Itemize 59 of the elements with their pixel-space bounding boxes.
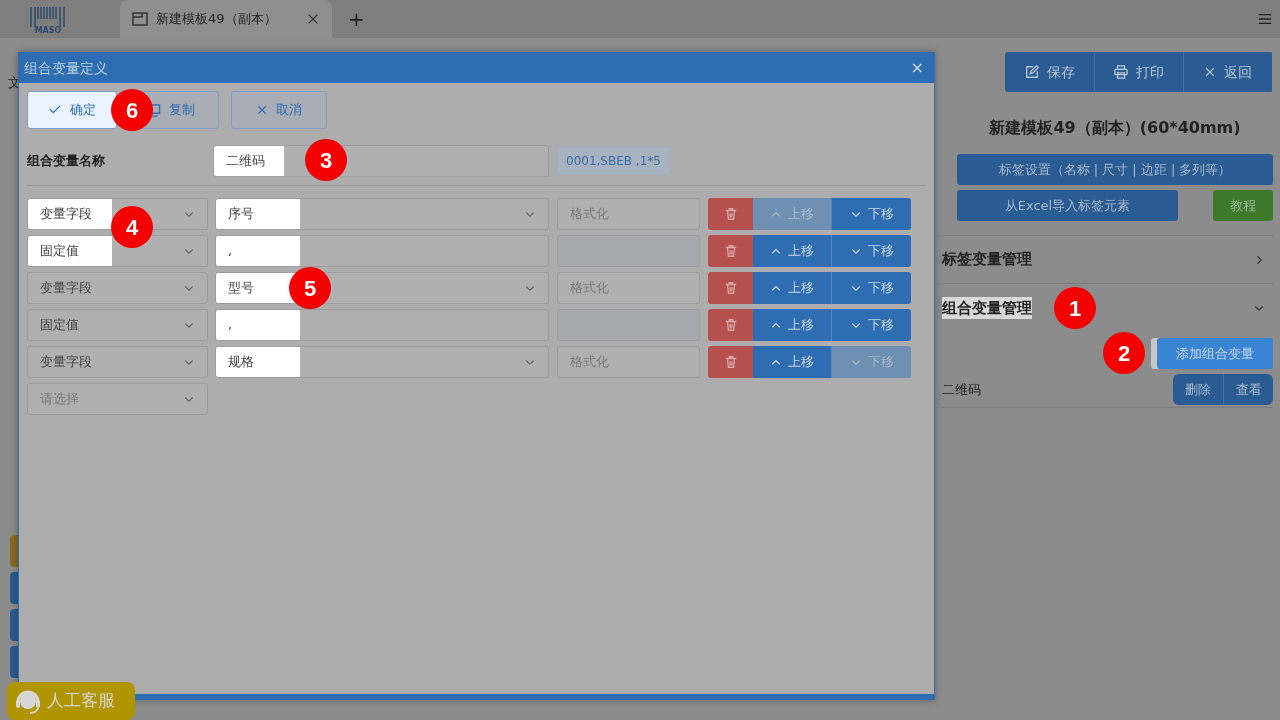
- tutorial-button[interactable]: 教程: [1213, 190, 1273, 221]
- settings-button[interactable]: 标签设置（名称 | 尺寸 | 边距 | 多列等）: [957, 154, 1273, 185]
- window-icon: [132, 11, 148, 27]
- delete-button[interactable]: 删除: [1173, 374, 1223, 405]
- template-title: 新建模板49（副本）(60*40mm): [988, 117, 1242, 139]
- close-icon: [1204, 66, 1216, 78]
- trash-icon: [723, 355, 738, 369]
- close-button[interactable]: ×: [908, 60, 926, 76]
- move-down-button[interactable]: 下移: [831, 309, 911, 341]
- close-icon: [256, 104, 268, 116]
- field-label: 组合变量名称: [27, 152, 106, 171]
- move-up-button[interactable]: 上移: [753, 346, 831, 378]
- move-down-button[interactable]: 下移: [831, 272, 911, 304]
- dialog-title: 组合变量定义: [24, 58, 108, 78]
- logo: MASO: [18, 3, 78, 35]
- dialog-button[interactable]: 取消: [231, 91, 327, 129]
- input-field[interactable]: ,: [215, 235, 549, 267]
- preview-badge: 0001,SBEB ,1*5: [557, 147, 670, 175]
- trash-icon: [723, 244, 738, 258]
- step-number-tooltip: 1: [1054, 287, 1096, 329]
- delete-button[interactable]: [708, 346, 753, 378]
- close-icon: [306, 12, 320, 26]
- variable-name: 二维码: [942, 380, 981, 399]
- move-up-button[interactable]: 上移: [753, 272, 831, 304]
- delete-button[interactable]: [708, 235, 753, 267]
- type-select[interactable]: 固定值: [27, 309, 208, 341]
- delete-button[interactable]: [708, 198, 753, 230]
- dialog-button[interactable]: 确定: [27, 91, 117, 129]
- menu-icon: [1258, 12, 1272, 26]
- new-tab-button[interactable]: +: [340, 4, 373, 34]
- move-up-button[interactable]: 上移: [753, 309, 831, 341]
- trash-icon: [723, 207, 738, 221]
- type-select[interactable]: 变量字段: [27, 346, 208, 378]
- view-button[interactable]: 查看: [1223, 374, 1273, 405]
- input-field[interactable]: ,: [215, 309, 549, 341]
- barcode-drawing: [29, 7, 67, 27]
- move-up-button[interactable]: 上移: [753, 235, 831, 267]
- toolbar-button[interactable]: 返回: [1183, 52, 1272, 92]
- step-number-tooltip: 5: [289, 267, 331, 309]
- field-select[interactable]: 规格: [215, 346, 549, 378]
- trash-icon: [723, 318, 738, 332]
- move-down-button[interactable]: 下移: [831, 235, 911, 267]
- delete-button[interactable]: [708, 272, 753, 304]
- accordion-header[interactable]: 标签变量管理: [942, 236, 1273, 284]
- toolbar-button[interactable]: 打印: [1094, 52, 1183, 92]
- document-tab[interactable]: 新建模板49（副本）: [120, 0, 332, 38]
- toolbar-button[interactable]: 保存: [1005, 52, 1094, 92]
- step-number-tooltip: 3: [305, 139, 347, 181]
- type-select[interactable]: 变量字段: [27, 272, 208, 304]
- move-down-button[interactable]: 下移: [831, 198, 911, 230]
- delete-button[interactable]: [708, 309, 753, 341]
- type-select[interactable]: 固定值: [27, 235, 208, 267]
- step-number-tooltip: 2: [1103, 332, 1145, 374]
- trash-icon: [723, 281, 738, 295]
- printer-icon: [1114, 65, 1128, 79]
- edit-icon: [1024, 65, 1039, 79]
- support-button[interactable]: 人工客服: [7, 682, 135, 720]
- field-select[interactable]: 序号: [215, 198, 549, 230]
- import-button[interactable]: 从Excel导入标签元素: [957, 190, 1178, 221]
